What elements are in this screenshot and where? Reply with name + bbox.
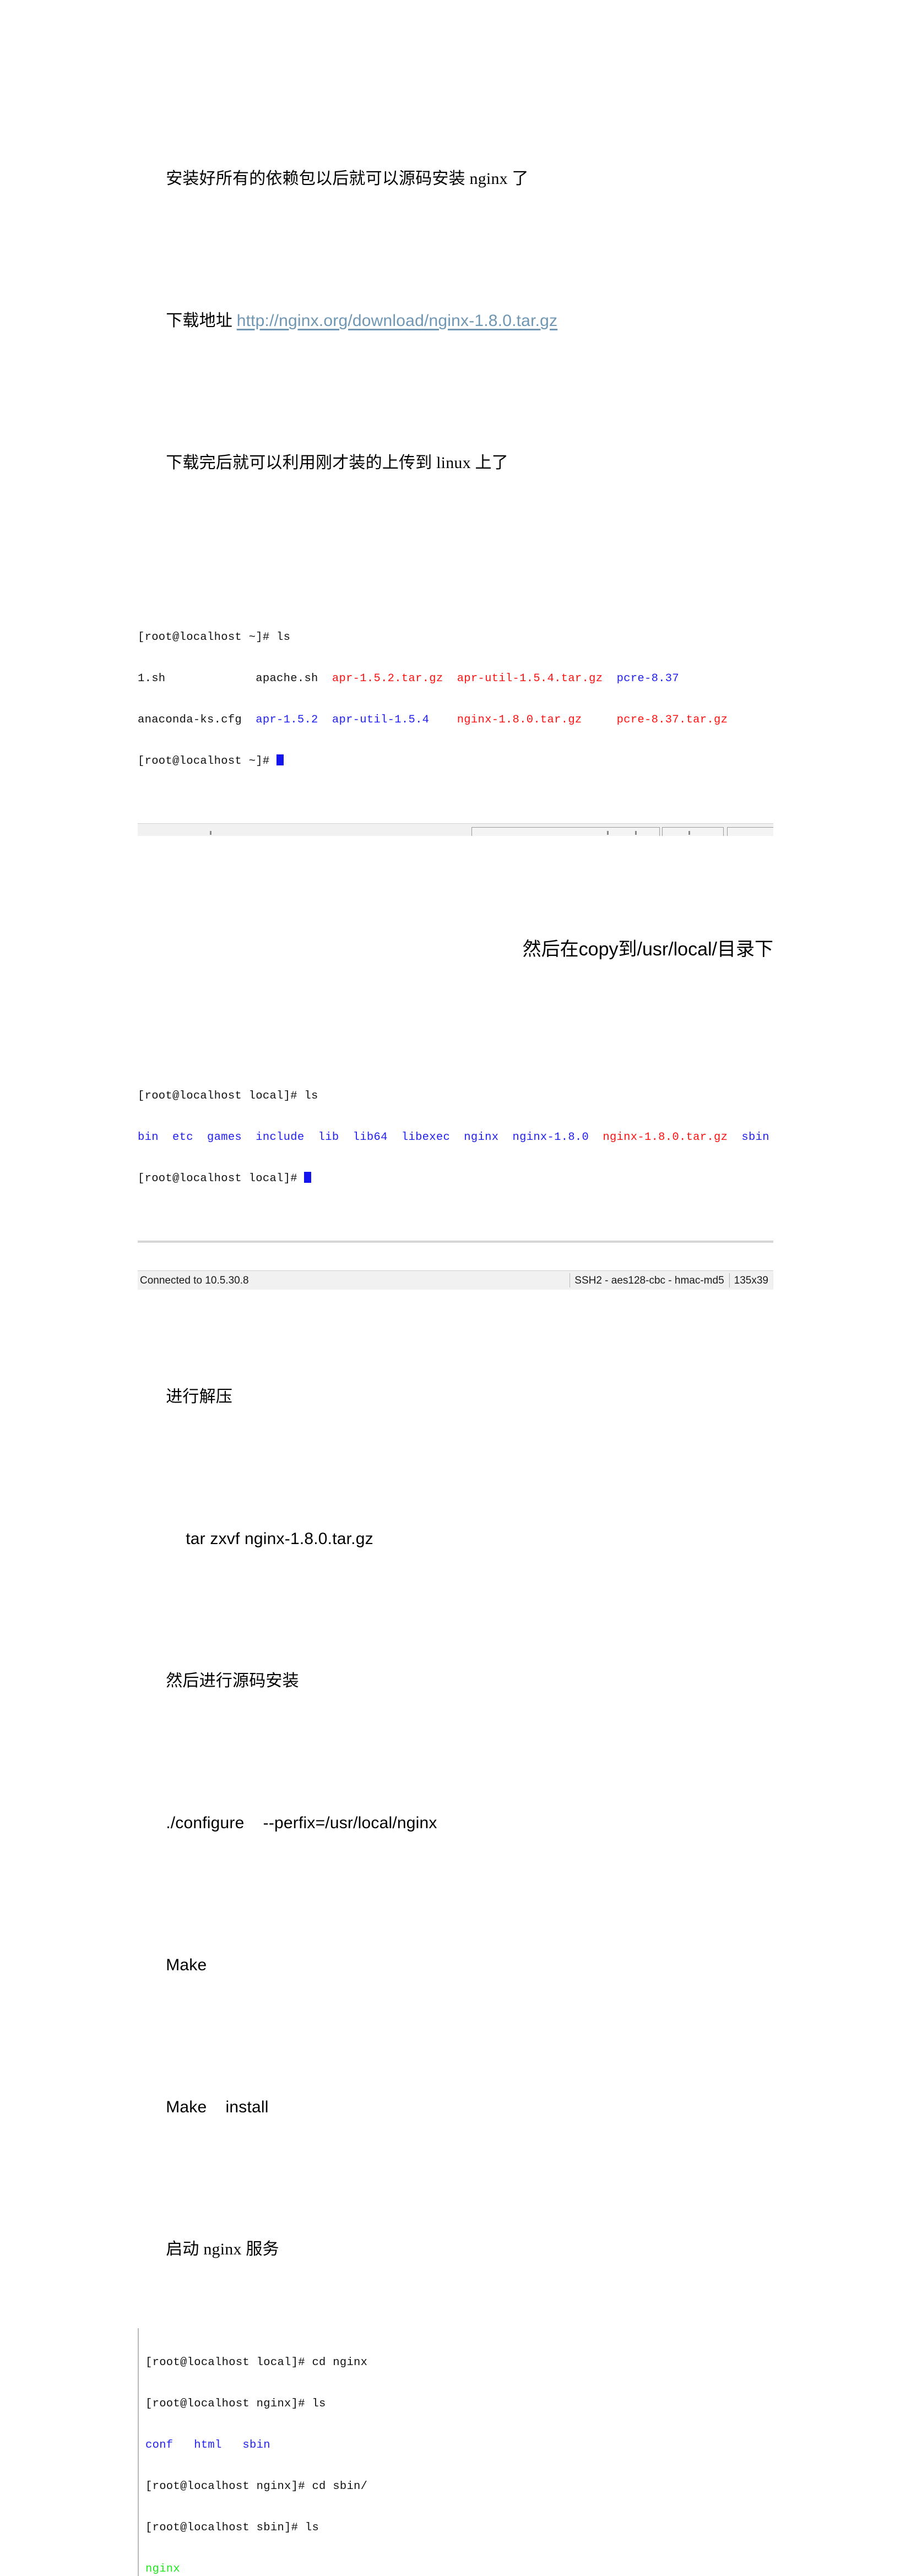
copy-word: 然 <box>522 939 541 960</box>
paragraph-extract-heading: 进行解压 <box>138 1326 773 1468</box>
document-page: 安装好所有的依赖包以后就可以源码安装 nginx 了 下载地址 http://n… <box>0 0 911 2576</box>
copy-word: 在 <box>560 939 579 960</box>
paragraph-configure-command: ./configure --perfix=/usr/local/nginx <box>138 1752 773 1894</box>
terminal-line: 1.sh apache.sh apr-1.5.2.tar.gz apr-util… <box>138 672 679 685</box>
chrome-tick <box>688 831 690 835</box>
extract-command-text: tar zxvf nginx-1.8.0.tar.gz <box>186 1530 373 1548</box>
configure-command-text: ./configure --perfix=/usr/local/nginx <box>166 1814 437 1832</box>
make-install-command-text: Make install <box>166 2098 269 2116</box>
terminal-screenshot-2: [root@localhost local]# ls bin etc games… <box>138 1034 773 1317</box>
download-label: 下载地址 <box>166 312 237 330</box>
document-body: 安装好所有的依赖包以后就可以源码安装 nginx 了 下载地址 http://n… <box>138 0 773 2576</box>
paragraph-download: 下载地址 http://nginx.org/download/nginx-1.8… <box>138 250 773 392</box>
start-nginx-heading-text: 启动 nginx 服务 <box>166 2240 279 2258</box>
terminal-cursor <box>276 754 284 765</box>
terminal-line: nginx <box>145 2563 181 2575</box>
copy-word: /usr/local/ <box>637 939 718 960</box>
paragraph-make-command: Make <box>138 1894 773 2036</box>
make-command-text: Make <box>166 1956 207 1974</box>
paragraph-intro: 安装好所有的依赖包以后就可以源码安装 nginx 了 <box>138 108 773 250</box>
paragraph-then-source-install: 然后进行源码安装 <box>138 1610 773 1752</box>
status-terminal-size: 135x39 <box>729 1273 773 1287</box>
paragraph-intro-text: 安装好所有的依赖包以后就可以源码安装 nginx 了 <box>166 170 529 188</box>
terminal-line: [root@localhost ~]# <box>138 754 773 768</box>
chrome-status-cell <box>727 827 773 836</box>
paragraph-extract-command: tar zxvf nginx-1.8.0.tar.gz <box>138 1468 773 1610</box>
terminal-line: [root@localhost local]# ls <box>138 1090 318 1102</box>
paragraph-start-nginx-heading: 启动 nginx 服务 <box>138 2178 773 2320</box>
paragraph-make-install-command: Make install <box>138 2036 773 2178</box>
terminal-line: anaconda-ks.cfg apr-1.5.2 apr-util-1.5.4… <box>138 714 728 726</box>
copy-word: 后 <box>541 939 560 960</box>
terminal2-status-bar: Connected to 10.5.30.8 SSH2 - aes128-cbc… <box>138 1270 773 1290</box>
terminal1-clipped-line: 255 history <box>138 568 773 575</box>
terminal2-separator <box>138 1241 773 1243</box>
terminal-line: bin etc games include lib lib64 libexec … <box>138 1131 769 1144</box>
download-link[interactable]: http://nginx.org/download/nginx-1.8.0.ta… <box>237 312 558 330</box>
chrome-status-cell <box>662 827 724 836</box>
terminal-line: [root@localhost local]# cd nginx <box>145 2356 368 2369</box>
terminal1-lines: [root@localhost ~]# ls 1.sh apache.sh ap… <box>138 603 773 796</box>
chrome-tick <box>635 831 637 835</box>
chrome-tick <box>607 831 609 835</box>
copy-word: 到 <box>618 939 637 960</box>
status-cipher: SSH2 - aes128-cbc - hmac-md5 <box>570 1273 729 1287</box>
terminal-cursor <box>304 1172 312 1183</box>
paragraph-after-download-text: 下载完后就可以利用刚才装的上传到 linux 上了 <box>166 454 508 472</box>
chrome-tick <box>210 831 212 835</box>
copy-word: 目 <box>717 939 736 960</box>
extract-heading-text: 进行解压 <box>166 1388 233 1406</box>
status-connected: Connected to 10.5.30.8 <box>140 1274 249 1286</box>
copy-word: copy <box>578 939 619 960</box>
terminal-line: [root@localhost local]# <box>138 1172 773 1186</box>
terminal1-clipped-chrome <box>138 823 773 836</box>
then-source-install-text: 然后进行源码安装 <box>166 1672 299 1690</box>
terminal-line: [root@localhost nginx]# ls <box>145 2398 326 2410</box>
paragraph-copy-to-usr-local: 然后在copy到/usr/local/目录下 <box>138 873 773 1025</box>
copy-word: 录 <box>736 939 755 960</box>
chrome-status-cell <box>471 827 660 836</box>
terminal2-lines: [root@localhost local]# ls bin etc games… <box>138 1062 773 1213</box>
terminal-line: conf html sbin <box>145 2439 270 2452</box>
terminal-line: [root@localhost nginx]# cd sbin/ <box>145 2480 368 2493</box>
terminal-screenshot-1: 255 history [root@localhost ~]# ls 1.sh … <box>138 541 773 863</box>
terminal-line: [root@localhost sbin]# ls <box>145 2521 319 2534</box>
terminal-screenshot-3: [root@localhost local]# cd nginx [root@l… <box>138 2328 773 2576</box>
terminal-line: [root@localhost ~]# ls <box>138 631 291 644</box>
copy-word: 下 <box>755 939 773 960</box>
paragraph-after-download: 下载完后就可以利用刚才装的上传到 linux 上了 <box>138 392 773 534</box>
